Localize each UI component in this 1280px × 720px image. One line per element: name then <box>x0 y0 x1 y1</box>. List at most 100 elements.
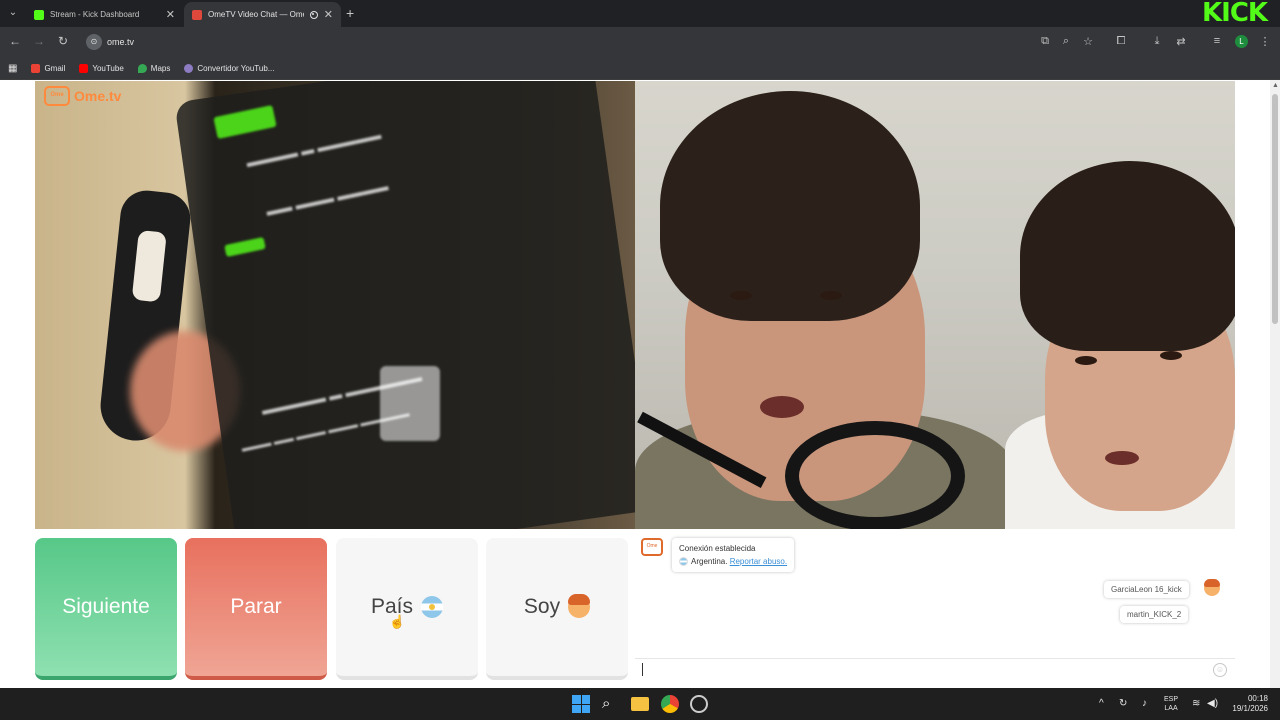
back-icon[interactable]: ← <box>7 34 23 48</box>
microphone-icon[interactable]: ♪ <box>1142 698 1147 709</box>
system-message-text: Conexión establecida <box>679 544 756 553</box>
chat-message: martin_KICK_2 <box>1120 606 1189 623</box>
boy-emoji-icon <box>568 594 591 618</box>
tab-close-icon[interactable]: ✕ <box>324 8 333 21</box>
person-eye <box>730 291 752 300</box>
kick-logo-overlay: KICK <box>1202 0 1268 27</box>
browser-toolbar: ← → ↻ ⊙ ome.tv ⧉ ⌕ ☆ ⧠ ⤓ ⇄ ≡ L ⋮ <box>0 27 1280 57</box>
system-country-text: Argentina. <box>691 557 728 566</box>
argentina-flag-icon <box>421 596 444 618</box>
emoji-picker-icon[interactable]: ☺ <box>1213 663 1227 677</box>
scrollbar-thumb[interactable] <box>1272 94 1278 324</box>
sync-icon[interactable]: ↻ <box>1119 698 1127 709</box>
windows-start-icon[interactable] <box>572 695 590 713</box>
page-scrollbar[interactable]: ▲ <box>1270 80 1280 688</box>
ometv-favicon-icon <box>192 9 202 20</box>
tab-title: OmeTV Video Chat — Ome <box>208 10 304 19</box>
address-bar[interactable]: ⊙ ome.tv <box>82 30 1102 54</box>
system-clock[interactable]: 00:18 19/1/2026 <box>1228 694 1268 714</box>
local-video: ▬▬▬▬ ▬ ▬▬▬▬▬ ▬▬ ▬▬▬ ▬▬▬▬ ▬▬▬▬▬ ▬ ▬▬▬▬▬▬ … <box>35 81 635 529</box>
stop-button[interactable]: Parar <box>185 538 327 680</box>
person-mouth <box>760 396 804 418</box>
tab-close-icon[interactable]: ✕ <box>166 8 175 21</box>
microphone-image <box>785 421 965 529</box>
person-hair <box>660 91 920 321</box>
site-info-icon[interactable]: ⊙ <box>86 34 102 50</box>
text-caret <box>642 663 643 676</box>
reload-icon[interactable]: ↻ <box>55 34 71 48</box>
cast-icon[interactable]: ⧉ <box>1038 35 1052 48</box>
ometv-chat-icon: Ome <box>641 538 663 556</box>
ometv-logo: Ome Ome.tv <box>44 86 121 106</box>
chrome-icon[interactable] <box>661 695 679 713</box>
gmail-icon <box>31 63 41 73</box>
tab-strip: ⌄ Stream - Kick Dashboard ✕ OmeTV Video … <box>0 0 1280 27</box>
tray-overflow-icon[interactable]: ^ <box>1099 698 1104 709</box>
phone-screen-image <box>174 81 635 529</box>
person-eye <box>820 291 842 300</box>
bookmark-gmail[interactable]: Gmail <box>31 63 66 73</box>
boy-emoji-icon <box>1204 579 1220 596</box>
apps-grid-icon[interactable]: ▦ <box>8 63 17 74</box>
ometv-logo-text: Ome.tv <box>74 88 122 104</box>
download-icon[interactable]: ⤓ <box>1150 35 1164 48</box>
bookmark-star-icon[interactable]: ☆ <box>1081 35 1095 48</box>
wifi-icon[interactable]: ≋ <box>1192 698 1200 709</box>
person-hair <box>1020 161 1235 351</box>
argentina-flag-icon <box>679 557 688 567</box>
bookmark-label: Maps <box>150 63 171 73</box>
gender-button[interactable]: Soy <box>486 538 628 680</box>
person-mouth <box>1105 451 1139 465</box>
url-text[interactable]: ome.tv <box>107 37 134 47</box>
tab-kick-dashboard[interactable]: Stream - Kick Dashboard ✕ <box>26 2 183 27</box>
chat-message: GarciaLeon 16_kick <box>1104 581 1189 598</box>
keyboard-layout: LAA <box>1164 705 1178 712</box>
tab-title: Stream - Kick Dashboard <box>50 10 140 19</box>
gender-button-label: Soy <box>523 595 561 618</box>
forward-icon[interactable]: → <box>31 34 47 48</box>
ometv-tv-icon: Ome <box>44 86 70 106</box>
file-explorer-icon[interactable] <box>631 697 649 711</box>
bookmark-label: Gmail <box>44 63 66 73</box>
windows-taskbar: ⌕ ^ ↻ ♪ ESP LAA ≋ ◀) 00:18 19/1/2026 <box>0 688 1280 720</box>
obs-icon[interactable] <box>690 695 708 713</box>
volume-icon[interactable]: ◀) <box>1207 698 1218 709</box>
translate-icon[interactable]: ⇄ <box>1174 35 1188 48</box>
bookmark-maps[interactable]: Maps <box>137 63 171 73</box>
youtube-icon <box>79 63 89 73</box>
bookmark-youtube[interactable]: YouTube <box>79 63 124 73</box>
tab-search-icon[interactable]: ⌄ <box>4 4 22 22</box>
new-tab-button[interactable]: + <box>346 5 354 21</box>
next-button-label: Siguiente <box>62 595 150 618</box>
report-abuse-link[interactable]: Reportar abuso. <box>730 557 787 566</box>
kick-favicon-icon <box>34 9 44 20</box>
country-button[interactable]: País <box>336 538 478 680</box>
search-icon[interactable]: ⌕ <box>602 695 620 713</box>
zoom-icon[interactable]: ⌕ <box>1059 35 1073 48</box>
extensions-icon[interactable]: ⧠ <box>1114 35 1128 48</box>
clock-date: 19/1/2026 <box>1232 704 1268 713</box>
maps-icon <box>137 63 147 73</box>
system-message: Conexión establecida Argentina. Reportar… <box>672 538 795 572</box>
next-button[interactable]: Siguiente <box>35 538 177 680</box>
bookmark-converter[interactable]: Convertidor YouTub... <box>184 63 275 73</box>
media-control-icon[interactable]: ≡ <box>1210 35 1224 47</box>
chat-input[interactable]: ☺ <box>635 658 1235 680</box>
bookmark-label: YouTube <box>92 63 124 73</box>
language-code: ESP <box>1164 696 1179 703</box>
clock-time: 00:18 <box>1247 694 1268 703</box>
recording-icon <box>309 10 318 19</box>
bookmarks-bar: ▦ Gmail YouTube Maps Convertidor YouTub.… <box>0 57 1280 80</box>
person-eye <box>1160 351 1182 360</box>
scroll-up-icon[interactable]: ▲ <box>1272 82 1279 89</box>
profile-avatar[interactable]: L <box>1235 35 1248 48</box>
hand-cursor-icon: ☝ <box>389 614 406 629</box>
converter-icon <box>184 63 194 73</box>
menu-icon[interactable]: ⋮ <box>1258 35 1272 48</box>
bookmark-label: Convertidor YouTub... <box>197 63 275 73</box>
tab-ometv[interactable]: OmeTV Video Chat — Ome ✕ <box>184 2 341 27</box>
person-eye <box>1075 356 1097 365</box>
language-indicator[interactable]: ESP LAA <box>1164 695 1178 713</box>
stop-button-label: Parar <box>230 595 282 618</box>
remote-video <box>635 81 1235 529</box>
